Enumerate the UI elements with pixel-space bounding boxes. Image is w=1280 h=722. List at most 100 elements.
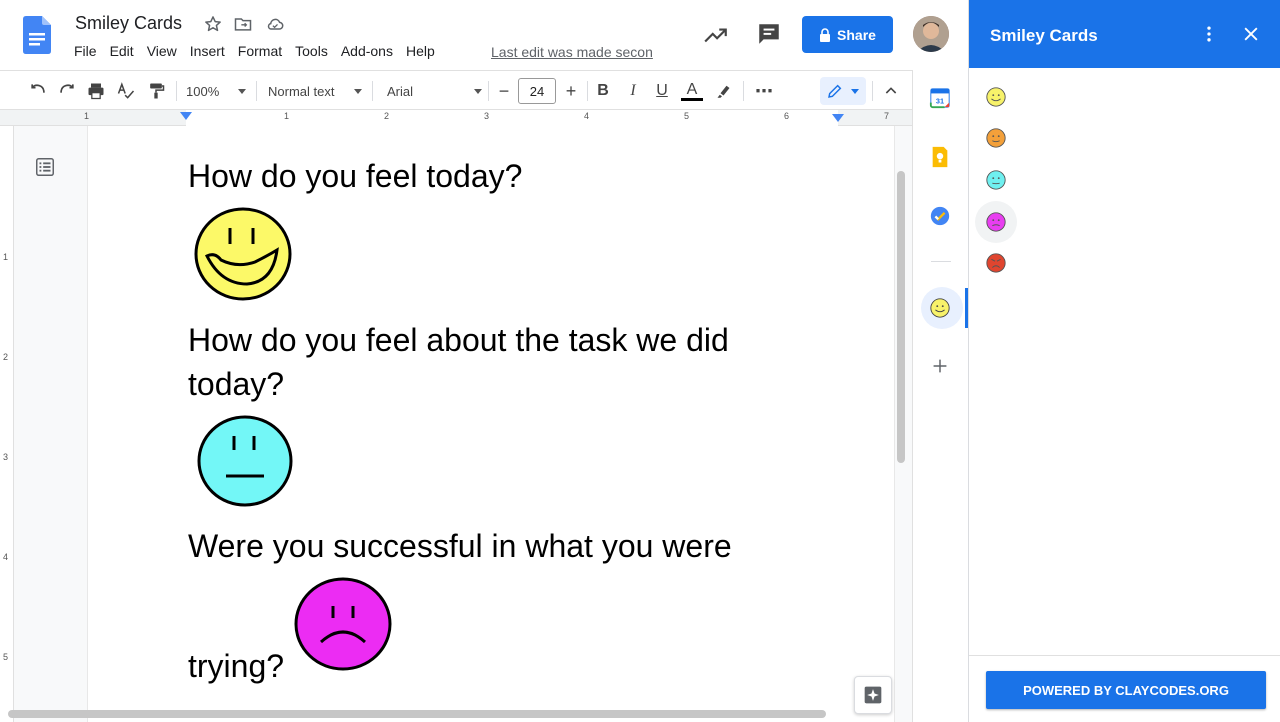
font-value: Arial (387, 83, 414, 99)
neutral-face-image[interactable] (196, 414, 294, 508)
font-size-input[interactable]: 24 (518, 78, 556, 104)
menu-bar: File Edit View Insert Format Tools Add-o… (74, 43, 448, 59)
horizontal-ruler[interactable]: 1 1 2 3 4 5 6 7 (0, 110, 912, 126)
hide-menus-button[interactable] (879, 79, 903, 103)
menu-addons[interactable]: Add-ons (341, 43, 393, 59)
share-button[interactable]: Share (802, 16, 893, 53)
tasks-icon[interactable] (929, 205, 951, 227)
question-2-line-1[interactable]: How do you feel about the task we did (188, 318, 729, 362)
smiley-happy-button[interactable] (975, 76, 1017, 118)
smiley-unhappy-button[interactable] (975, 201, 1017, 243)
last-edit-link[interactable]: Last edit was made secon (491, 44, 653, 60)
text-color-button[interactable]: A (681, 79, 703, 103)
zoom-value: 100% (186, 83, 220, 99)
question-3-line-1[interactable]: Were you successful in what you were (188, 524, 732, 568)
sad-face-image[interactable] (293, 576, 393, 672)
happy-face-image[interactable] (193, 206, 293, 302)
document-outline-icon[interactable] (34, 156, 56, 178)
ruler-number: 4 (3, 552, 9, 562)
menu-insert[interactable]: Insert (190, 43, 225, 59)
ruler-number: 1 (84, 111, 90, 121)
docs-logo[interactable] (23, 16, 51, 54)
powered-by-claycodes-button[interactable]: POWERED BY CLAYCODES.ORG (986, 671, 1266, 709)
ruler-number: 1 (284, 111, 290, 121)
cloud-status-icon[interactable] (265, 14, 285, 34)
menu-file[interactable]: File (74, 43, 97, 59)
paragraph-style-value: Normal text (268, 83, 335, 99)
smiley-angry-button[interactable] (975, 242, 1017, 284)
vertical-ruler[interactable]: 1 2 3 4 5 (0, 126, 14, 722)
calendar-day: 31 (936, 97, 944, 106)
smiley-okay-button[interactable] (975, 117, 1017, 159)
formatting-toolbar: 100% Normal text Arial − 24 + B I U A ⋯ (0, 70, 912, 110)
right-indent-marker[interactable] (832, 114, 844, 124)
underline-button[interactable]: U (651, 79, 673, 103)
paint-format-icon (150, 83, 165, 99)
doc-title[interactable]: Smiley Cards (75, 13, 182, 34)
increase-font-size-button[interactable]: + (560, 79, 582, 103)
text-color-letter: A (686, 80, 698, 98)
more-vert-icon[interactable] (1199, 24, 1219, 44)
question-1[interactable]: How do you feel today? (188, 154, 522, 198)
sidebar-header: Smiley Cards (969, 0, 1280, 68)
zoom-select[interactable]: 100% (186, 79, 246, 103)
bold-button[interactable]: B (592, 79, 614, 103)
smiley-neutral-button[interactable] (975, 159, 1017, 201)
move-to-folder-icon[interactable] (233, 14, 253, 34)
question-3-line-2[interactable]: trying? (188, 644, 284, 688)
left-indent-marker[interactable] (180, 112, 192, 122)
ruler-number: 3 (484, 111, 490, 121)
happy-smiley-icon (986, 87, 1006, 107)
italic-button[interactable]: I (622, 79, 644, 103)
unhappy-smiley-icon (986, 212, 1006, 232)
side-panel-rail: 31 (912, 70, 969, 722)
ruler-number: 2 (384, 111, 390, 121)
docs-header: Smiley Cards File Edit View Insert Forma… (0, 0, 968, 70)
document-page[interactable]: How do you feel today? How do you feel a… (87, 126, 895, 722)
ruler-number: 6 (784, 111, 790, 121)
font-select[interactable]: Arial (387, 79, 482, 103)
close-icon[interactable] (1241, 24, 1261, 44)
menu-tools[interactable]: Tools (295, 43, 328, 59)
comment-icon[interactable] (756, 21, 782, 47)
menu-help[interactable]: Help (406, 43, 435, 59)
explore-sparkle-icon (864, 686, 882, 704)
calendar-icon[interactable]: 31 (929, 87, 951, 109)
redo-icon (60, 84, 74, 93)
chevron-down-icon (851, 88, 859, 94)
ruler-number: 2 (3, 352, 9, 362)
star-icon[interactable] (203, 14, 223, 34)
redo-button[interactable] (55, 79, 79, 103)
activity-trend-icon[interactable] (703, 22, 729, 48)
share-label: Share (837, 26, 876, 43)
menu-view[interactable]: View (147, 43, 177, 59)
angry-smiley-icon (986, 253, 1006, 273)
text-color-swatch (681, 97, 703, 101)
print-icon (88, 83, 104, 100)
keep-icon[interactable] (929, 146, 951, 168)
explore-button[interactable] (854, 676, 892, 714)
menu-format[interactable]: Format (238, 43, 282, 59)
avatar[interactable] (913, 16, 949, 52)
chevron-down-icon (238, 88, 246, 94)
chevron-down-icon (354, 88, 362, 94)
menu-edit[interactable]: Edit (110, 43, 134, 59)
horizontal-scrollbar[interactable] (8, 710, 826, 718)
vertical-scrollbar[interactable] (897, 171, 905, 463)
sidebar-title: Smiley Cards (990, 26, 1098, 45)
more-options-button[interactable]: ⋯ (752, 79, 776, 103)
question-2-line-2[interactable]: today? (188, 362, 284, 406)
add-icon[interactable] (929, 355, 951, 377)
ruler-number: 3 (3, 452, 9, 462)
ruler-number: 5 (684, 111, 690, 121)
okay-smiley-icon (986, 128, 1006, 148)
undo-button[interactable] (26, 79, 50, 103)
highlight-color-button[interactable] (714, 79, 736, 103)
print-button[interactable] (84, 79, 108, 103)
paragraph-style-select[interactable]: Normal text (268, 79, 362, 103)
paint-format-button[interactable] (144, 79, 168, 103)
editing-mode-button[interactable] (820, 77, 866, 105)
spellcheck-button[interactable] (114, 79, 138, 103)
ruler-number: 4 (584, 111, 590, 121)
decrease-font-size-button[interactable]: − (493, 79, 515, 103)
